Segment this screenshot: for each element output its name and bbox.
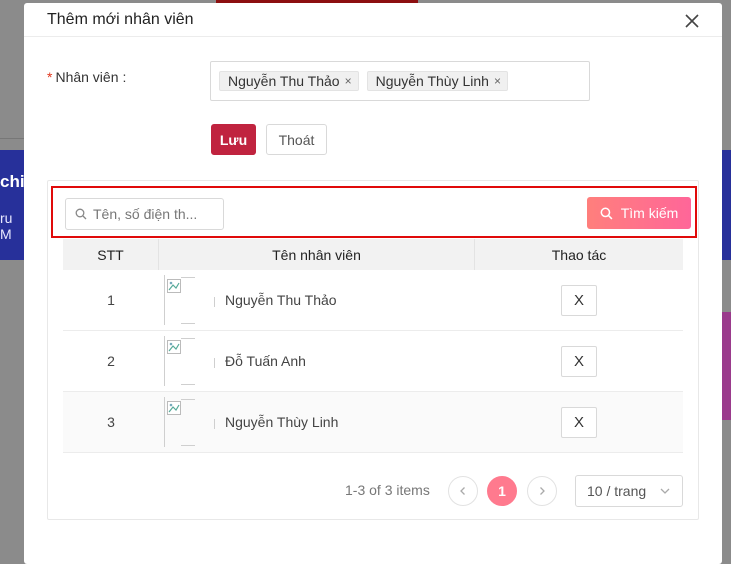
employee-name: Đỗ Tuấn Anh	[225, 353, 306, 369]
row-actions: X	[475, 284, 683, 316]
background-right-card	[722, 150, 731, 260]
column-header-stt: STT	[63, 239, 159, 270]
row-stt: 2	[107, 353, 115, 369]
avatar	[164, 275, 215, 325]
chevron-left-icon[interactable]	[448, 476, 478, 506]
employee-table: STT Tên nhân viên Thao tác 1 Nguyễn Thu …	[63, 239, 683, 453]
row-stt: 1	[107, 292, 115, 308]
row-name-cell: Nguyễn Thu Thảo	[159, 275, 475, 325]
table-row: 3 Nguyễn Thùy Linh X	[63, 392, 683, 453]
background-card-title: chi	[0, 172, 24, 191]
page-size-value: 10 / trang	[587, 483, 647, 499]
label-colon: :	[122, 69, 127, 85]
chevron-right-icon[interactable]	[527, 476, 557, 506]
tag-remove-icon[interactable]: ×	[494, 74, 501, 88]
remove-row-button[interactable]: X	[561, 406, 597, 438]
search-icon	[75, 208, 87, 220]
search-input[interactable]	[93, 206, 223, 222]
chevron-down-icon	[660, 488, 670, 494]
employee-field-label: * Nhân viên:	[47, 69, 126, 85]
broken-image-icon	[167, 279, 181, 293]
modal-header: Thêm mới nhân viên	[24, 3, 722, 37]
row-actions: X	[475, 406, 683, 438]
selected-tag: Nguyễn Thu Thảo ×	[219, 71, 359, 91]
pagination-info: 1-3 of 3 items	[345, 482, 430, 498]
employee-label: Nhân viên	[55, 69, 119, 85]
employee-name: Nguyễn Thu Thảo	[225, 292, 337, 308]
pagination: 1-3 of 3 items 1 10 / trang	[48, 473, 698, 507]
exit-button[interactable]: Thoát	[266, 124, 327, 155]
selected-tag: Nguyễn Thùy Linh ×	[366, 71, 508, 91]
search-icon	[600, 207, 613, 219]
row-stt: 3	[107, 414, 115, 430]
row-name-cell: Nguyễn Thùy Linh	[159, 397, 475, 447]
background-card-subtitle: ru M	[0, 210, 13, 242]
background-left-card: chi ru M	[0, 150, 24, 260]
page-number-current[interactable]: 1	[487, 476, 517, 506]
save-button[interactable]: Lưu	[211, 124, 256, 155]
row-name-cell: Đỗ Tuấn Anh	[159, 336, 475, 386]
background-divider	[0, 138, 24, 139]
table-row: 1 Nguyễn Thu Thảo X	[63, 270, 683, 331]
row-actions: X	[475, 345, 683, 377]
close-icon[interactable]	[684, 13, 700, 29]
search-button[interactable]: Tìm kiếm	[587, 197, 691, 229]
page-size-select[interactable]: 10 / trang	[575, 475, 683, 507]
tag-label: Nguyễn Thu Thảo	[228, 73, 340, 89]
search-bar-highlight: Tìm kiếm	[51, 186, 697, 238]
required-mark: *	[47, 69, 53, 85]
modal-title: Thêm mới nhân viên	[47, 11, 194, 28]
background-right-card-2	[722, 312, 731, 420]
table-header: STT Tên nhân viên Thao tác	[63, 239, 683, 270]
avatar	[164, 397, 215, 447]
employee-multiselect[interactable]: Nguyễn Thu Thảo × Nguyễn Thùy Linh ×	[210, 61, 590, 101]
tag-label: Nguyễn Thùy Linh	[375, 73, 489, 89]
remove-row-button[interactable]: X	[561, 345, 597, 377]
add-employee-modal: Thêm mới nhân viên * Nhân viên: Nguyễn Th…	[24, 3, 722, 564]
table-row: 2 Đỗ Tuấn Anh X	[63, 331, 683, 392]
broken-image-icon	[167, 401, 181, 415]
remove-row-button[interactable]: X	[561, 284, 597, 316]
search-button-label: Tìm kiếm	[620, 205, 679, 221]
column-header-name: Tên nhân viên	[159, 239, 475, 270]
search-input-wrapper	[65, 198, 224, 230]
tag-remove-icon[interactable]: ×	[345, 74, 352, 88]
employee-list-panel: Tìm kiếm STT Tên nhân viên Thao tác 1 Ng…	[47, 180, 699, 520]
broken-image-icon	[167, 340, 181, 354]
employee-name: Nguyễn Thùy Linh	[225, 414, 339, 430]
column-header-actions: Thao tác	[551, 246, 607, 263]
avatar	[164, 336, 215, 386]
